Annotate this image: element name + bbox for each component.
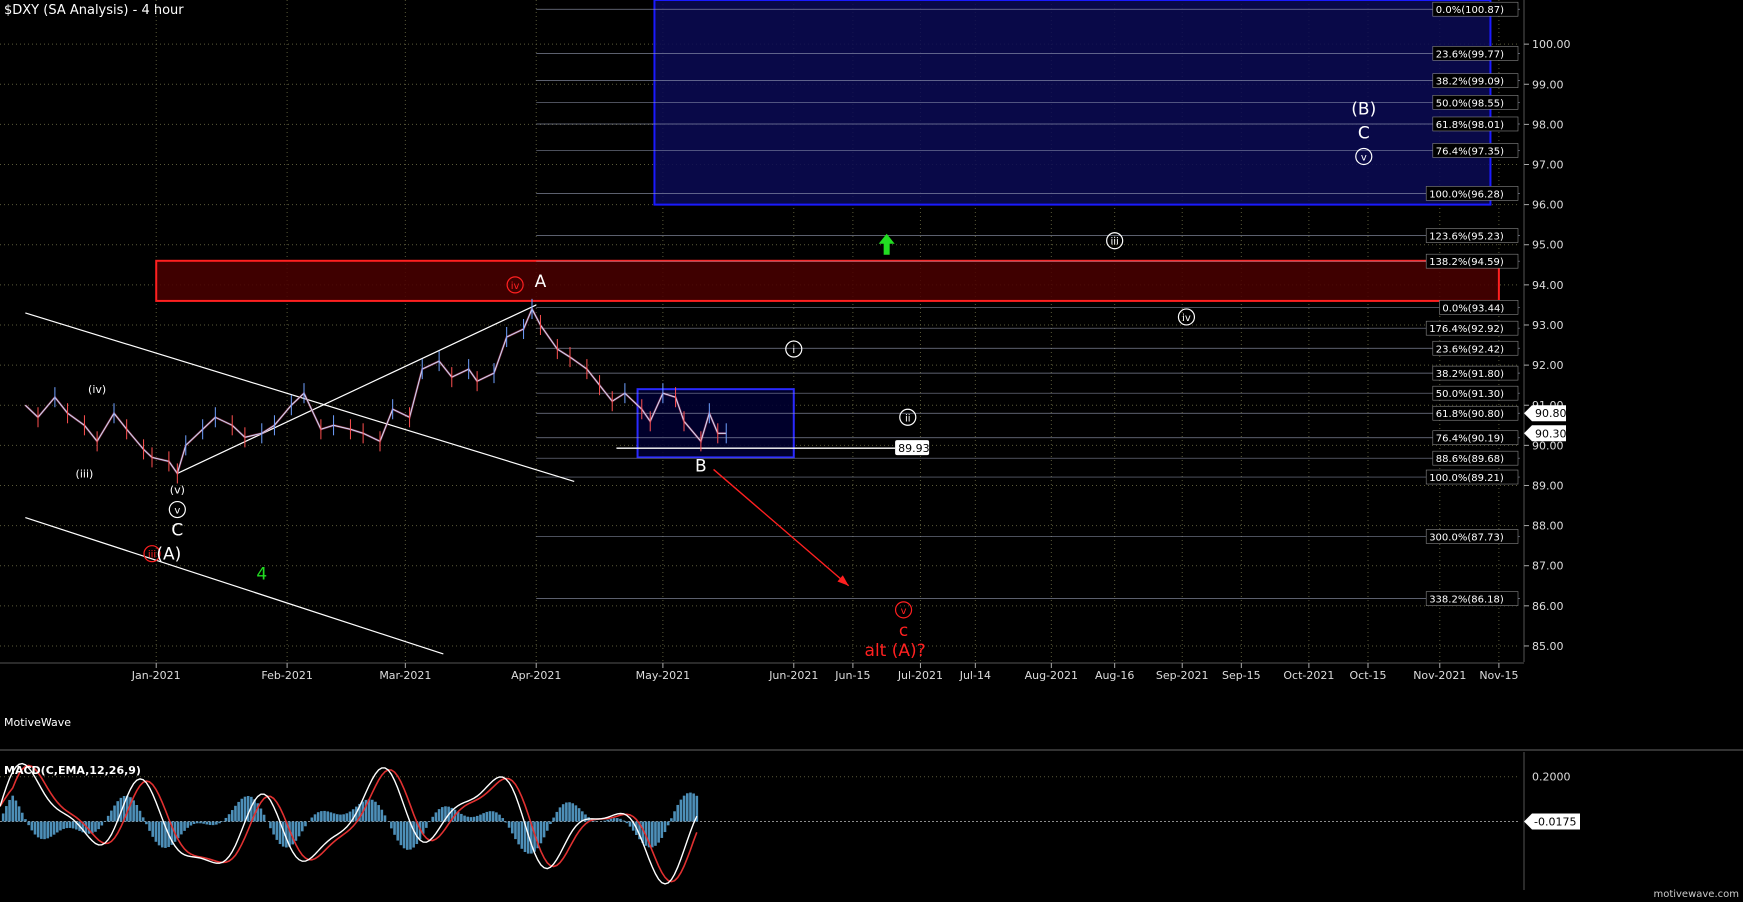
fib-label: 61.8%(98.01)	[1436, 120, 1504, 131]
wave-label: iii	[1110, 237, 1118, 248]
price-tick-label: 96.00	[1532, 199, 1564, 212]
fib-label: 338.2%(86.18)	[1429, 595, 1504, 606]
fib-label: 50.0%(91.30)	[1436, 389, 1504, 400]
macd-tick-label: 0.2000	[1532, 771, 1571, 784]
wave-label: 4	[256, 565, 267, 585]
fib-label: 100.0%(96.28)	[1429, 189, 1504, 200]
price-tick-label: 97.00	[1532, 158, 1564, 171]
fib-label: 76.4%(90.19)	[1436, 434, 1504, 445]
wave-label: C	[171, 521, 183, 541]
wave-label: B	[695, 456, 707, 476]
wave-label: A	[535, 272, 547, 292]
price-tick-label: 99.00	[1532, 78, 1564, 91]
wave-label: alt (A)?	[865, 641, 926, 661]
price-tick-label: 85.00	[1532, 640, 1564, 653]
resistance-box-red	[155, 259, 1500, 302]
chart-stage: $DXY (SA Analysis) - 4 hour 0.0%(100.87)…	[0, 0, 1743, 902]
channel-line	[25, 516, 444, 655]
price-tick-label: 98.00	[1532, 118, 1564, 131]
wave-label: iv	[511, 281, 520, 292]
price-tick-label: 95.00	[1532, 239, 1564, 252]
macd-signal-line	[0, 764, 698, 883]
price-tick-label: 86.00	[1532, 600, 1564, 613]
time-tick-label: Jul-2021	[897, 669, 943, 682]
time-tick-label: Nov-15	[1479, 669, 1518, 682]
watermark: motivewave.com	[1653, 889, 1739, 900]
wave-label: (v)	[170, 483, 185, 496]
wave-label: ii	[905, 413, 911, 424]
wave-label: (iii)	[76, 467, 94, 480]
wave-label: (A)	[156, 545, 181, 565]
channel-line	[177, 304, 537, 474]
fib-label: 23.6%(92.42)	[1436, 344, 1504, 355]
wave-label: C	[1358, 123, 1370, 143]
fib-label: 123.6%(95.23)	[1429, 232, 1504, 243]
macd-title: MACD(C,EMA,12,26,9)	[4, 764, 141, 777]
time-tick-label: Aug-2021	[1025, 669, 1078, 682]
down-arrow	[713, 468, 850, 587]
wave-label: i	[792, 345, 795, 356]
time-tick-label: May-2021	[636, 669, 691, 682]
time-tick-label: Jul-14	[959, 669, 991, 682]
wave-label: v	[174, 506, 180, 517]
fib-label: 38.2%(91.80)	[1436, 369, 1504, 380]
current-price-label: 90.80	[1535, 407, 1567, 420]
fib-label: 61.8%(90.80)	[1436, 409, 1504, 420]
price-tick-label: 89.00	[1532, 479, 1564, 492]
wave-label: (iv)	[88, 383, 106, 396]
price-chart[interactable]: 0.0%(100.87) 23.6%(99.77) 38.2%(99.09) 50.0…	[0, 0, 1743, 902]
fib-label: 38.2%(99.09)	[1436, 77, 1504, 88]
time-tick-label: Oct-15	[1350, 669, 1387, 682]
wave-label: (B)	[1351, 99, 1376, 119]
fib-label: 23.6%(99.77)	[1436, 49, 1504, 60]
time-tick-label: Aug-16	[1095, 669, 1134, 682]
fib-label: 50.0%(98.55)	[1436, 98, 1504, 109]
macd-value-label: -0.0175	[1534, 816, 1576, 829]
time-tick-label: Mar-2021	[379, 669, 431, 682]
fib-label: 138.2%(94.59)	[1429, 257, 1504, 268]
time-tick-label: Feb-2021	[261, 669, 312, 682]
wave-label: iv	[1182, 313, 1191, 324]
wave-label: v	[1361, 152, 1367, 163]
fib-label: 76.4%(97.35)	[1436, 146, 1504, 157]
time-tick-label: Nov-2021	[1413, 669, 1466, 682]
fib-label: 300.0%(87.73)	[1429, 532, 1504, 543]
brand-label: MotiveWave	[4, 716, 72, 729]
time-tick-label: Oct-2021	[1283, 669, 1334, 682]
time-tick-label: Jun-15	[834, 669, 870, 682]
fib-label: 88.6%(89.68)	[1436, 454, 1504, 465]
fib-label: 100.0%(89.21)	[1429, 473, 1504, 484]
wave-label: c	[899, 621, 908, 641]
fib-label: 176.4%(92.92)	[1429, 324, 1504, 335]
time-tick-label: Jun-2021	[768, 669, 818, 682]
time-tick-label: Sep-2021	[1156, 669, 1209, 682]
macd-line	[0, 762, 698, 885]
current-price-label: 90.30	[1535, 427, 1567, 440]
time-tick-label: Apr-2021	[511, 669, 561, 682]
price-tick-label: 94.00	[1532, 279, 1564, 292]
time-tick-label: Jan-2021	[131, 669, 181, 682]
price-tick-label: 92.00	[1532, 359, 1564, 372]
price-tick-label: 93.00	[1532, 319, 1564, 332]
fib-label: 0.0%(100.87)	[1436, 5, 1504, 16]
time-tick-label: Sep-15	[1222, 669, 1261, 682]
wave-label: iii	[148, 550, 156, 561]
price-tick-label: 100.00	[1532, 38, 1571, 51]
price-tick-label: 87.00	[1532, 560, 1564, 573]
price-marker-label: 89.93	[898, 442, 930, 455]
price-tick-label: 88.00	[1532, 520, 1564, 533]
fib-label: 0.0%(93.44)	[1442, 303, 1504, 314]
wave-label: v	[901, 606, 907, 617]
